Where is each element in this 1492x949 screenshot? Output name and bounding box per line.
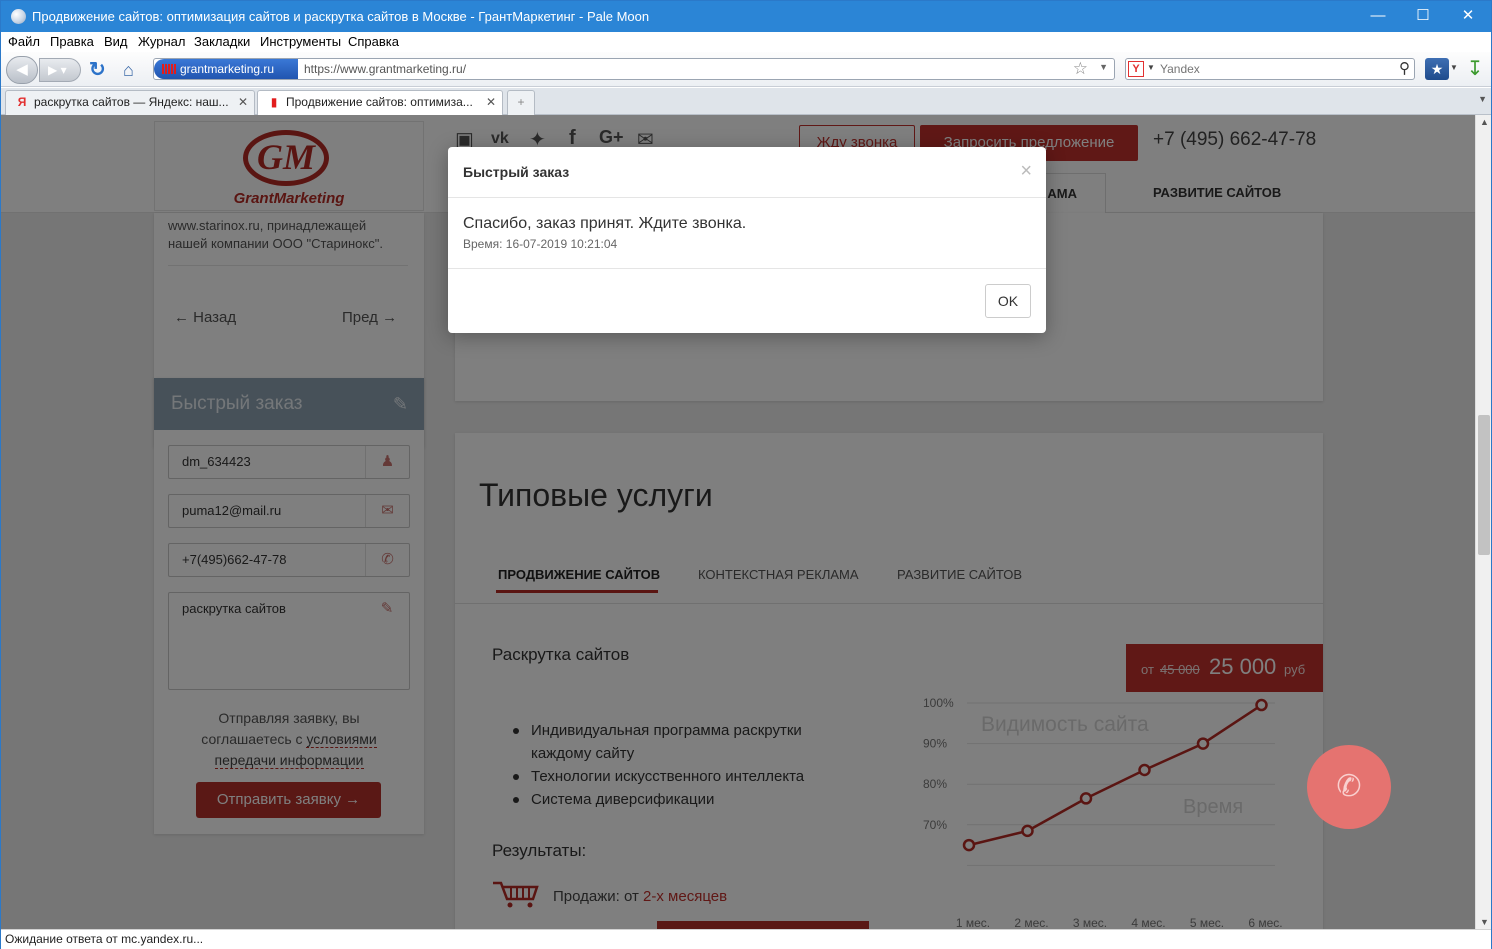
yandex-favicon-icon: Я (17, 95, 27, 109)
new-tab-button[interactable]: + (507, 90, 535, 115)
ok-button[interactable]: OK (985, 284, 1031, 318)
menu-edit[interactable]: Правка (50, 34, 94, 49)
call-widget-button[interactable]: ✆ (1307, 745, 1391, 829)
reload-icon[interactable]: ↻ (89, 57, 111, 83)
search-input[interactable] (1160, 62, 1390, 76)
url-dropdown-icon[interactable]: ▼ (1099, 62, 1108, 72)
tab-list-icon[interactable]: ▼ (1478, 94, 1487, 104)
phone-call-icon: ✆ (1336, 770, 1362, 803)
page-scrollbar[interactable]: ▲ ▼ (1475, 115, 1491, 929)
dialog-message: Спасибо, заказ принят. Ждите звонка. (463, 215, 747, 232)
dialog-close-icon[interactable]: × (1020, 160, 1032, 183)
minimize-button[interactable]: — (1355, 1, 1401, 31)
window-title: Продвижение сайтов: оптимизация сайтов и… (32, 9, 650, 24)
url-text[interactable]: https://www.grantmarketing.ru/ (304, 62, 466, 76)
menu-tools[interactable]: Инструменты (260, 34, 341, 49)
order-confirmation-dialog: Быстрый заказ × Спасибо, заказ принят. Ж… (448, 147, 1046, 333)
page-viewport: GM GrantMarketing ▣ vk ✦ f G+ ✉ Жду звон… (1, 115, 1475, 929)
menu-bookmarks[interactable]: Закладки (194, 34, 250, 49)
site-identity-button[interactable]: grantmarketing.ru (154, 59, 298, 79)
url-bar[interactable]: grantmarketing.ru https://www.grantmarke… (153, 58, 1115, 80)
search-bar[interactable]: Y ▼ ⚲ (1125, 58, 1415, 80)
tab-grantmarketing[interactable]: ▮ Продвижение сайтов: оптимиза... ✕ (257, 90, 503, 116)
back-button[interactable]: ◀ (6, 56, 38, 84)
menu-bar: Файл Правка Вид Журнал Закладки Инструме… (1, 32, 1491, 52)
menu-help[interactable]: Справка (348, 34, 399, 49)
close-button[interactable]: ✕ (1445, 1, 1491, 31)
forward-button[interactable]: ▶ ▾ (39, 58, 81, 82)
search-icon[interactable]: ⚲ (1399, 59, 1410, 79)
tab-yandex[interactable]: Яраскрутка сайтов — Яндекс: наш... ✕ (5, 90, 255, 115)
scroll-down-icon[interactable]: ▼ (1480, 917, 1489, 927)
status-bar: Ожидание ответа от mc.yandex.ru... (1, 929, 1491, 949)
title-bar: Продвижение сайтов: оптимизация сайтов и… (1, 1, 1491, 32)
site-identity-label: grantmarketing.ru (180, 62, 275, 76)
bookmark-star-icon[interactable]: ☆ (1073, 59, 1088, 79)
dialog-header: Быстрый заказ × (448, 147, 1046, 198)
scroll-thumb[interactable] (1478, 415, 1490, 555)
bookmarks-dropdown-icon[interactable]: ▼ (1450, 63, 1458, 72)
menu-view[interactable]: Вид (104, 34, 128, 49)
signal-bars-icon (162, 64, 176, 74)
bookmarks-menu-icon[interactable]: ★ (1425, 58, 1449, 80)
menu-file[interactable]: Файл (8, 34, 40, 49)
maximize-button[interactable]: ☐ (1400, 1, 1446, 31)
tab-strip: Яраскрутка сайтов — Яндекс: наш... ✕ ▮ Пр… (1, 88, 1491, 116)
pale-moon-icon (11, 9, 26, 24)
scroll-up-icon[interactable]: ▲ (1480, 117, 1489, 127)
tab-close-icon[interactable]: ✕ (238, 91, 248, 113)
tab-close-icon[interactable]: ✕ (486, 91, 496, 113)
engine-dropdown-icon[interactable]: ▼ (1147, 63, 1155, 72)
downloads-icon[interactable]: ↧ (1464, 56, 1486, 82)
browser-window: Продвижение сайтов: оптимизация сайтов и… (0, 0, 1492, 949)
menu-history[interactable]: Журнал (138, 34, 185, 49)
dialog-footer (448, 268, 1046, 269)
tab-title: Продвижение сайтов: оптимиза... (286, 95, 473, 109)
yandex-engine-icon[interactable]: Y (1128, 61, 1144, 77)
signal-bars-favicon-icon: ▮ (270, 95, 278, 109)
dialog-title: Быстрый заказ (463, 164, 570, 180)
tab-title: раскрутка сайтов — Яндекс: наш... (34, 95, 229, 109)
dialog-timestamp: Время: 16-07-2019 10:21:04 (463, 237, 618, 251)
home-icon[interactable]: ⌂ (123, 57, 145, 83)
